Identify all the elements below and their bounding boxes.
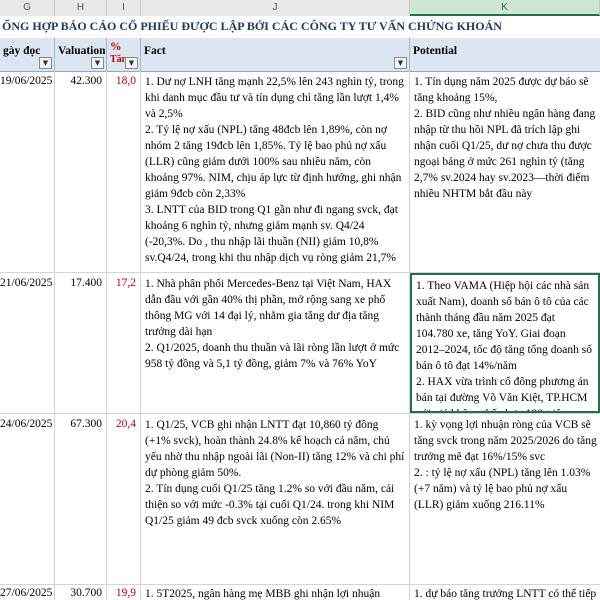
header-date[interactable]: gày đọc ▼ — [0, 38, 55, 71]
potential-cell[interactable]: 1. Tín dụng năm 2025 được dự báo sẽ tăng… — [410, 71, 600, 272]
fact-text: 2. Q1/2025, doanh thu thuần và lãi ròng … — [145, 342, 400, 370]
potential-text: 1. dự báo tăng trưởng LNTT có thể tiếp — [414, 588, 597, 600]
potential-text: 1. Tín dụng năm 2025 được dự báo sẽ tăng… — [414, 76, 589, 104]
header-potential-label: Potential — [413, 45, 458, 57]
pct-cell[interactable]: 18,0 — [107, 71, 141, 272]
pct-cell[interactable]: 20,4 — [107, 414, 141, 584]
sheet-title[interactable]: ỐNG HỢP BÁO CÁO CỔ PHIẾU ĐƯỢC LẬP BỞI CÁ… — [2, 19, 502, 34]
potential-cell-selected[interactable]: 1. Theo VAMA (Hiệp hội các nhà sản xuất … — [410, 273, 600, 413]
column-header-j[interactable]: J — [141, 0, 410, 16]
pct-cell[interactable]: 19,9 — [107, 585, 141, 600]
header-date-label: gày đọc — [3, 45, 41, 57]
dropdown-filter-icon[interactable]: ▼ — [91, 57, 104, 69]
fact-text: 2. Tỷ lệ nợ xấu (NPL) tăng 48đcb lên 1,8… — [145, 124, 402, 200]
potential-cell[interactable]: 1. kỳ vọng lợi nhuận ròng của VCB sẽ tăn… — [410, 414, 600, 584]
header-potential[interactable]: Potential — [410, 38, 600, 71]
header-valuation-label: Valuation — [58, 45, 106, 57]
pct-cell[interactable]: 17,2 — [107, 273, 141, 413]
potential-text: 1. kỳ vọng lợi nhuận ròng của VCB sẽ tăn… — [414, 419, 597, 463]
date-cell[interactable]: 27/06/2025 — [0, 585, 55, 600]
table-row: 27/06/2025 30.700 19,9 1. 5T2025, ngân h… — [0, 585, 600, 600]
header-valuation[interactable]: Valuation ▼ — [55, 38, 107, 71]
header-fact-label: Fact — [144, 45, 166, 57]
fact-text: 3. LNTT của BID trong Q1 gần như đi ngan… — [145, 204, 398, 264]
fact-text: 1. 5T2025, ngân hàng mẹ MBB ghi nhận lợi… — [145, 588, 381, 600]
fact-text: 1. Q1/25, VCB ghi nhận LNTT đạt 10,860 t… — [145, 419, 405, 479]
dropdown-filter-icon[interactable]: ▼ — [394, 57, 407, 69]
column-header-i[interactable]: I — [107, 0, 141, 16]
date-cell[interactable]: 19/06/2025 — [0, 71, 55, 272]
valuation-cell[interactable]: 42.300 — [55, 71, 107, 272]
table-row: 19/06/2025 42.300 18,0 1. Dư nợ LNH tăng… — [0, 71, 600, 273]
fact-cell[interactable]: 1. Nhà phân phối Mercedes-Benz tại Việt … — [141, 273, 410, 413]
column-header-bar: G H I J K — [0, 0, 600, 17]
potential-text: 2. BID cũng như nhiều ngân hàng đang nhậ… — [414, 108, 596, 200]
header-fact[interactable]: Fact ▼ — [141, 38, 410, 71]
fact-text: 1. Nhà phân phối Mercedes-Benz tại Việt … — [145, 278, 392, 338]
valuation-cell[interactable]: 30.700 — [55, 585, 107, 600]
potential-text: 2. HAX vừa trình cổ đông phương án bán t… — [416, 376, 589, 411]
date-cell[interactable]: 24/06/2025 — [0, 414, 55, 584]
fact-text: 1. Dư nợ LNH tăng mạnh 22,5% lên 243 ngh… — [145, 76, 404, 120]
potential-cell[interactable]: 1. dự báo tăng trưởng LNTT có thể tiếp — [410, 585, 600, 600]
fact-cell[interactable]: 1. 5T2025, ngân hàng mẹ MBB ghi nhận lợi… — [141, 585, 410, 600]
table-header-row: gày đọc ▼ Valuation ▼ % Tăn ▼ Fact ▼ Pot… — [0, 38, 600, 72]
potential-text: 1. Theo VAMA (Hiệp hội các nhà sản xuất … — [416, 280, 592, 372]
potential-text: 2. : tỷ lệ nợ xấu (NPL) tăng lên 1.03% (… — [414, 467, 591, 511]
fact-cell[interactable]: 1. Dư nợ LNH tăng mạnh 22,5% lên 243 ngh… — [141, 71, 410, 272]
date-cell[interactable]: 21/06/2025 — [0, 273, 55, 413]
column-header-k[interactable]: K — [410, 0, 600, 16]
sheet-title-row: ỐNG HỢP BÁO CÁO CỔ PHIẾU ĐƯỢC LẬP BỞI CÁ… — [0, 16, 600, 39]
dropdown-filter-icon[interactable]: ▼ — [39, 57, 52, 69]
fact-text: 2. Tín dụng cuối Q1/25 tăng 1.2% so với … — [145, 483, 395, 527]
fact-cell[interactable]: 1. Q1/25, VCB ghi nhận LNTT đạt 10,860 t… — [141, 414, 410, 584]
column-header-g[interactable]: G — [0, 0, 55, 16]
table-row: 24/06/2025 67.300 20,4 1. Q1/25, VCB ghi… — [0, 414, 600, 585]
column-header-h[interactable]: H — [55, 0, 107, 16]
table-row: 21/06/2025 17.400 17,2 1. Nhà phân phối … — [0, 273, 600, 414]
valuation-cell[interactable]: 17.400 — [55, 273, 107, 413]
valuation-cell[interactable]: 67.300 — [55, 414, 107, 584]
header-pct[interactable]: % Tăn ▼ — [107, 38, 141, 71]
dropdown-filter-icon[interactable]: ▼ — [125, 57, 138, 69]
header-pct-symbol: % — [110, 41, 122, 53]
